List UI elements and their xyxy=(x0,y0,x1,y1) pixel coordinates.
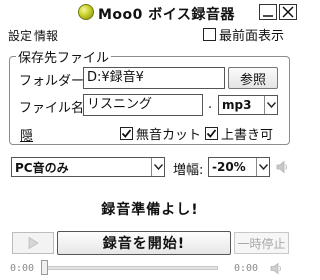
overwrite-checkbox[interactable] xyxy=(205,127,218,140)
amp-select-value: -20% xyxy=(212,160,246,174)
menu-settings[interactable]: 設定 xyxy=(8,27,32,44)
app-logo-icon xyxy=(78,4,94,20)
minimize-icon xyxy=(263,15,273,17)
speaker-icon[interactable] xyxy=(276,160,288,178)
extension-dot: . xyxy=(208,97,213,112)
silence-cut-label: 無音カット xyxy=(136,128,202,143)
seek-track[interactable] xyxy=(43,266,218,270)
filename-input[interactable]: リスニング xyxy=(83,94,203,116)
folder-label: フォルダー: xyxy=(19,74,89,89)
start-recording-button[interactable]: 録音を開始! xyxy=(57,231,231,255)
checkmark-icon xyxy=(121,129,132,138)
close-icon xyxy=(282,6,294,18)
chevron-down-icon xyxy=(264,96,277,114)
volume-icon[interactable] xyxy=(270,262,282,279)
save-destination-title: 保存先ファイル xyxy=(16,47,112,66)
chevron-down-icon xyxy=(151,158,164,176)
amp-select[interactable]: -20% xyxy=(208,157,270,177)
hide-link[interactable]: 隠 xyxy=(20,125,33,144)
browse-button[interactable]: 参照 xyxy=(228,67,278,89)
seek-thumb[interactable] xyxy=(41,260,48,275)
checkmark-icon xyxy=(206,129,217,138)
filename-label: ファイル名: xyxy=(19,101,89,116)
overwrite-label: 上書き可 xyxy=(221,128,274,143)
menu-info[interactable]: 情報 xyxy=(34,27,58,44)
audio-source-value: PC音のみ xyxy=(15,160,69,175)
minimize-button[interactable] xyxy=(259,4,277,20)
status-message: 録音準備よし! xyxy=(101,202,199,218)
pause-button[interactable]: 一時停止 xyxy=(234,232,289,254)
always-on-top-checkbox[interactable] xyxy=(203,27,216,41)
play-icon xyxy=(28,236,39,250)
chevron-down-icon xyxy=(256,158,269,176)
end-time: 0:00 xyxy=(234,263,259,274)
overwrite-toggle[interactable]: 上書き可 xyxy=(205,124,273,143)
play-button[interactable] xyxy=(12,232,54,254)
audio-source-select[interactable]: PC音のみ xyxy=(11,157,165,177)
amp-label: 増幅: xyxy=(173,163,204,178)
close-button[interactable] xyxy=(279,4,297,20)
folder-input[interactable]: D:¥録音¥ xyxy=(83,67,225,89)
format-select[interactable]: mp3 xyxy=(218,95,278,115)
format-select-value: mp3 xyxy=(222,98,252,112)
current-time: 0:00 xyxy=(10,263,35,274)
always-on-top-label: 最前面表示 xyxy=(219,28,285,44)
silence-cut-checkbox[interactable] xyxy=(120,127,133,140)
silence-cut-toggle[interactable]: 無音カット xyxy=(120,124,201,143)
always-on-top-toggle[interactable]: 最前面表示 xyxy=(203,26,285,44)
window-title: Moo0 ボイス録音器 xyxy=(98,7,235,23)
